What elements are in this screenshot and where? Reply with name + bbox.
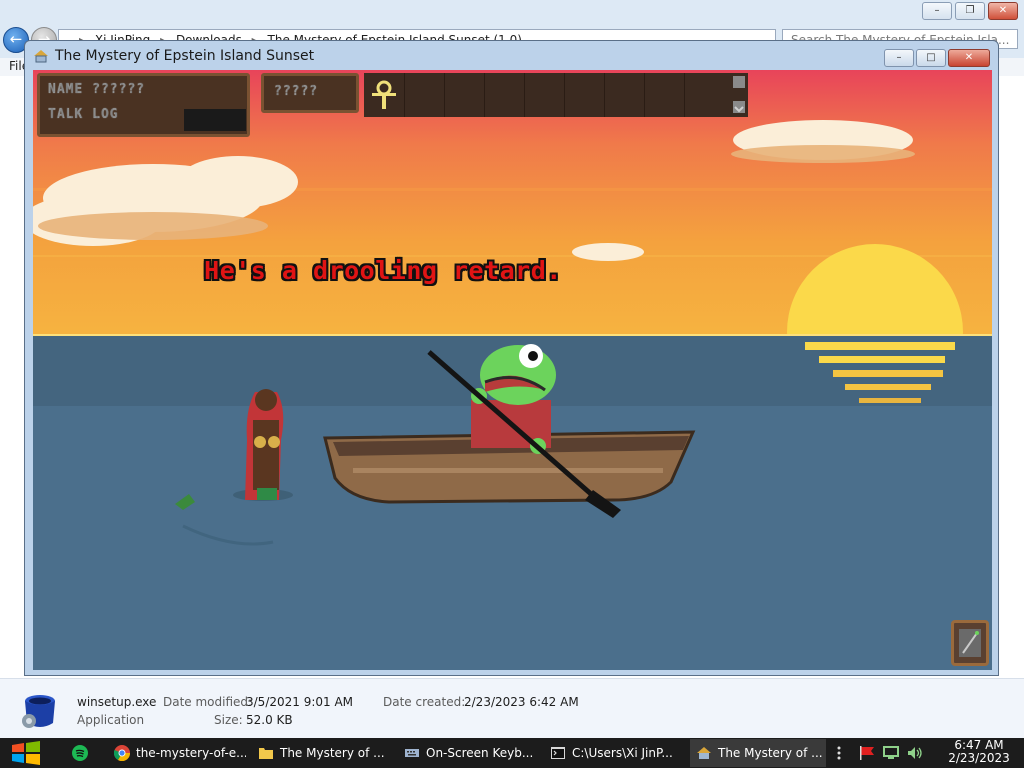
sunset-scene-art — [33, 70, 992, 670]
game-window: The Mystery of Epstein Island Sunset – □… — [24, 40, 999, 676]
inventory-slot[interactable] — [444, 73, 445, 117]
dialogue-text: He's a drooling retard. — [204, 256, 562, 285]
taskbar-spotify[interactable] — [66, 739, 102, 767]
game-minimize-button[interactable]: – — [884, 49, 914, 67]
taskbar-item-label: the-mystery-of-e... — [136, 746, 246, 760]
minimize-button[interactable]: – — [922, 2, 952, 20]
hud-status-text: ????? — [274, 84, 319, 99]
spotify-icon — [72, 745, 88, 761]
file-name: winsetup.exe — [77, 695, 157, 709]
game-maximize-button[interactable]: □ — [916, 49, 946, 67]
inventory-bar — [364, 73, 748, 117]
chrome-icon — [114, 745, 130, 761]
name-hud-panel: NAME ?????? TALK LOG — [37, 73, 250, 137]
details-pane: winsetup.exe Application Date modified: … — [0, 678, 1024, 739]
inventory-slot[interactable] — [564, 73, 565, 117]
taskbar-item-label: The Mystery of ... — [280, 746, 385, 760]
inventory-slot[interactable] — [604, 73, 605, 117]
date-created-label: Date created: — [383, 695, 466, 709]
taskbar-item-label: The Mystery of ... — [718, 746, 823, 760]
taskbar-item-label: On-Screen Keyb... — [426, 746, 534, 760]
status-hud-panel: ????? — [261, 73, 359, 113]
menu-corner-button[interactable] — [951, 620, 989, 666]
taskbar-keyboard[interactable]: On-Screen Keyb... — [398, 739, 536, 767]
size-label: Size: — [214, 713, 243, 727]
wand-icon — [959, 629, 981, 657]
start-button[interactable] — [8, 741, 44, 765]
close-button[interactable]: ✕ — [988, 2, 1018, 20]
taskbar-console[interactable]: C:\Users\Xi JinP... — [544, 739, 682, 767]
date-created-value: 2/23/2023 6:42 AM — [464, 695, 579, 709]
explorer-titlebar: – ❐ ✕ — [0, 0, 1024, 24]
more-icon[interactable] — [836, 745, 842, 761]
system-tray — [832, 738, 936, 768]
network-icon[interactable] — [882, 745, 900, 761]
date-modified-label: Date modified: — [163, 695, 253, 709]
game-window-title: The Mystery of Epstein Island Sunset — [55, 48, 315, 64]
game-scene[interactable]: NAME ?????? TALK LOG ????? He's a drooli… — [33, 70, 992, 670]
inventory-slot[interactable] — [644, 73, 645, 117]
flag-icon[interactable] — [858, 745, 876, 761]
size-value: 52.0 KB — [246, 713, 293, 727]
console-icon — [551, 747, 565, 759]
inventory-scroll-icon[interactable] — [732, 75, 746, 115]
game-app-icon — [34, 50, 48, 63]
application-icon — [22, 695, 55, 728]
inventory-slot[interactable] — [484, 73, 485, 117]
clock-date: 2/23/2023 — [948, 751, 1010, 765]
volume-icon[interactable] — [906, 745, 924, 761]
ankh-icon[interactable] — [370, 80, 398, 110]
taskbar: the-mystery-of-e... The Mystery of ... O… — [0, 738, 1024, 768]
game-window-controls: – □ ✕ — [884, 49, 990, 67]
clock[interactable]: 6:47 AM 2/23/2023 — [938, 739, 1020, 765]
hud-meter — [184, 109, 246, 131]
taskbar-chrome[interactable]: the-mystery-of-e... — [108, 739, 246, 767]
folder-icon — [259, 748, 273, 759]
game-icon — [697, 747, 711, 759]
game-close-button[interactable]: ✕ — [948, 49, 990, 67]
hud-name-text: NAME ?????? — [48, 82, 146, 97]
inventory-slot[interactable] — [524, 73, 525, 117]
taskbar-explorer[interactable]: The Mystery of ... — [252, 739, 390, 767]
arrow-left-icon: ← — [9, 30, 23, 48]
date-modified-value: 3/5/2021 9:01 AM — [246, 695, 354, 709]
hud-log-text[interactable]: TALK LOG — [48, 107, 119, 122]
game-titlebar[interactable]: The Mystery of Epstein Island Sunset – □… — [25, 41, 998, 69]
inventory-slot[interactable] — [684, 73, 685, 117]
inventory-slot[interactable] — [404, 73, 405, 117]
taskbar-game[interactable]: The Mystery of ... — [690, 739, 826, 767]
file-type: Application — [77, 713, 145, 727]
maximize-button[interactable]: ❐ — [955, 2, 985, 20]
keyboard-icon — [405, 749, 419, 757]
explorer-window-controls: – ❐ ✕ — [922, 2, 1018, 20]
taskbar-item-label: C:\Users\Xi JinP... — [572, 746, 673, 760]
